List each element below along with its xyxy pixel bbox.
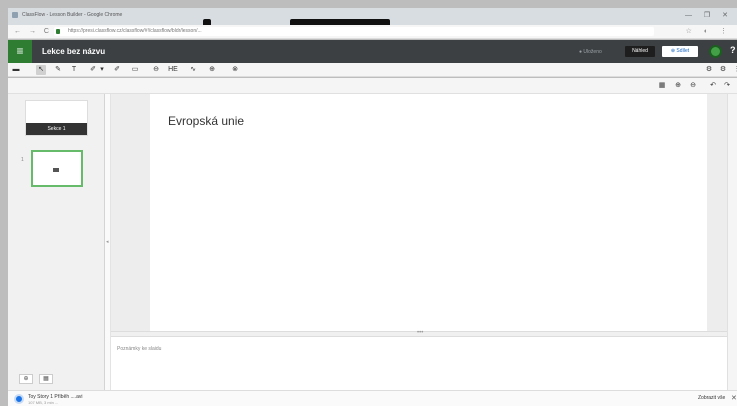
lesson-title[interactable]: Lekce bez názvu [42, 47, 105, 56]
download-file-icon [14, 394, 24, 404]
extension-icons[interactable]: ☆ ◐ ⋮ [686, 27, 732, 35]
download-file-status: 107 MB, 3 min ... [28, 400, 59, 405]
zoom-out-icon[interactable]: ⊖ [688, 81, 698, 91]
overflow-icon[interactable]: ⋮ [732, 65, 737, 75]
zoom-in-icon[interactable]: ⊕ [673, 81, 683, 91]
url-field[interactable]: https://presi.classflow.cz/classflow/#!/… [54, 27, 654, 36]
add-slide-button[interactable]: ⊕ [19, 374, 33, 384]
download-bar: Toy Story 1 Příběh ....avi 107 MB, 3 min… [8, 390, 737, 406]
redo-icon[interactable]: ↷ [722, 81, 732, 91]
undo-icon[interactable]: ↶ [708, 81, 718, 91]
text-tool-icon[interactable]: T [69, 65, 79, 75]
pen-tool-icon[interactable]: ✎ [53, 65, 63, 75]
select-tool-icon[interactable]: ↖ [36, 65, 46, 75]
grid-view-icon[interactable]: ▦ [657, 81, 667, 91]
slide-number: 1 [21, 157, 24, 163]
settings-icon[interactable]: ⚙ [704, 65, 714, 75]
lock-icon [56, 29, 60, 34]
slide-title[interactable]: Evropská unie [168, 114, 244, 128]
highlighter-icon[interactable]: ✐ [112, 65, 122, 75]
help-icon[interactable]: ? [730, 45, 736, 55]
section-thumbnail[interactable]: Sekce 1 [25, 100, 88, 136]
slides-panel-icon[interactable]: ▬ [11, 65, 21, 75]
address-bar: ← → C https://presi.classflow.cz/classfl… [8, 25, 737, 39]
editor-toolbar: ▬ ↖ ✎ T ✐ ▾ ✐ ▭ ⊖ HE ∿ ⊕ ⊗ ⚙ ⚙ ⋮ [8, 63, 737, 77]
browser-nav-icons[interactable]: ← → C [14, 28, 52, 35]
notes-placeholder: Poznámky ke slaidu [117, 346, 162, 352]
eraser-icon[interactable]: ⊖ [151, 65, 161, 75]
slide-canvas[interactable]: Evropská unie [150, 94, 707, 331]
shape-tool-icon[interactable]: ▭ [130, 65, 140, 75]
gear-icon[interactable]: ⚙ [718, 65, 728, 75]
app-header: ≡ Lekce bez názvu ● Uloženo Náhled ⊕ Sdí… [8, 40, 737, 63]
notes-panel[interactable]: Poznámky ke slaidu [111, 337, 727, 390]
slide-thumbnail-selected[interactable] [31, 150, 83, 187]
draw-dropdown-icon[interactable]: ▾ [97, 65, 107, 75]
right-sidebar [727, 94, 737, 390]
insert-tool-icon[interactable]: ⊕ [207, 65, 217, 75]
section-label: Sekce 1 [26, 123, 87, 135]
share-button[interactable]: ⊕ Sdílet [662, 46, 698, 57]
more-tools-icon[interactable]: ⊗ [230, 65, 240, 75]
app-icon [12, 12, 18, 18]
window-title: ClassFlow - Lesson Builder - Google Chro… [22, 12, 123, 18]
preview-button[interactable]: Náhled [625, 46, 655, 57]
hamburger-menu-icon[interactable]: ≡ [8, 40, 32, 63]
browser-title-bar: ClassFlow - Lesson Builder - Google Chro… [8, 8, 737, 25]
show-all-downloads-link[interactable]: Zobrazit vše [698, 395, 725, 401]
drag-handle-icon: ••• [417, 330, 424, 336]
view-toolbar: ▦ ⊕ ⊖ ↶ ↷ [8, 78, 737, 94]
close-download-bar-icon[interactable]: ✕ [731, 394, 737, 402]
user-avatar[interactable] [709, 45, 722, 58]
slide-grid-button[interactable]: ▦ [39, 374, 53, 384]
slides-panel [8, 94, 105, 390]
slide-thumbnail-content [53, 168, 59, 172]
save-status: ● Uloženo [579, 49, 602, 55]
window-controls[interactable]: — ❐ ✕ [685, 11, 733, 19]
chevron-left-icon: ◂ [106, 239, 109, 245]
link-tool-icon[interactable]: ∿ [188, 65, 198, 75]
media-tool-icon[interactable]: HE [168, 65, 178, 75]
